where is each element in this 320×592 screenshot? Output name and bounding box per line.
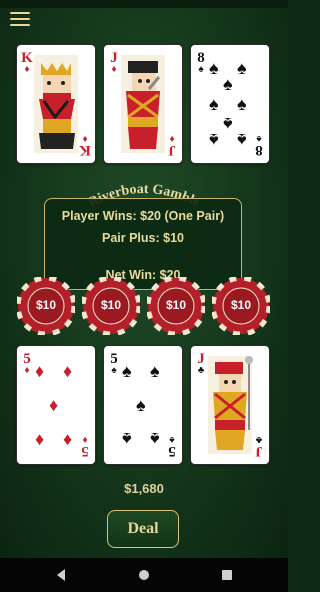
hamburger-menu-icon[interactable] [10,12,30,28]
card-rank: 5 ♠ [110,351,118,376]
spade-pip-icon: ♠ [237,94,247,114]
spade-pip-icon: ♠ [209,94,219,114]
player-wins-text: Player Wins: $20 (One Pair) [61,209,225,223]
card-rank-bottom: 5 ♦ [81,434,89,459]
spade-pip-icon: ♠ [237,58,247,78]
circle-home-icon[interactable] [135,566,153,584]
spade-pip-icon: ♠ [223,74,233,94]
card-rank-bottom: 8 ♠ [255,133,263,158]
card-rank-bottom: J ♣ [255,434,263,459]
dealer-card-1: K ♦ K ♦ [17,45,95,163]
balance-amount: $1,680 [124,481,164,496]
card-rank-bottom: J ♦ [168,133,176,158]
diamond-pip-icon: ♦ [63,429,73,449]
deal-button[interactable]: Deal [107,510,179,548]
bet-chip-3[interactable]: $10 [145,275,207,337]
card-rank: 5 ♦ [23,351,31,376]
triangle-back-icon[interactable] [53,566,71,584]
card-rank-bottom: K ♦ [79,133,91,158]
dealer-card-2: J ♦ J ♦ [104,45,182,163]
diamond-pip-icon: ♦ [35,429,45,449]
spade-pip-icon: ♠ [209,130,219,150]
chip-value: $10 [230,298,252,312]
spade-pip-icon: ♠ [209,58,219,78]
chip-value: $10 [35,298,57,312]
bet-chip-4[interactable]: $10 [210,275,272,337]
card-rank: 8 ♠ [197,50,205,75]
bet-chip-1[interactable]: $10 [15,275,77,337]
chip-value: $10 [165,298,187,312]
spade-pip-icon: ♠ [136,395,146,415]
pair-plus-text: Pair Plus: $10 [102,231,184,245]
bet-chip-2[interactable]: $10 [80,275,142,337]
navigation-bar [0,558,288,592]
chip-value: $10 [100,298,122,312]
player-card-2: 5 ♠ ♠ ♠ ♠ ♠ ♠ 5 ♠ [104,346,182,464]
card-rank-bottom: 5 ♠ [168,434,176,459]
player-card-1: 5 ♦ ♦ ♦ ♦ ♦ ♦ 5 ♦ [17,346,95,464]
diamond-pip-icon: ♦ [35,361,45,381]
player-card-3: J ♣ J ♣ [191,346,269,464]
spade-pip-icon: ♠ [122,361,132,381]
spade-pip-icon: ♠ [223,114,233,134]
dealer-card-3: 8 ♠ ♠ ♠ ♠ ♠ ♠ ♠ ♠ ♠ 8 ♠ [191,45,269,163]
diamond-pip-icon: ♦ [49,395,59,415]
status-bar [0,0,288,8]
spade-pip-icon: ♠ [237,130,247,150]
diamond-pip-icon: ♦ [63,361,73,381]
spade-pip-icon: ♠ [150,429,160,449]
spade-pip-icon: ♠ [150,361,160,381]
square-recents-icon[interactable] [218,566,236,584]
spade-pip-icon: ♠ [122,429,132,449]
